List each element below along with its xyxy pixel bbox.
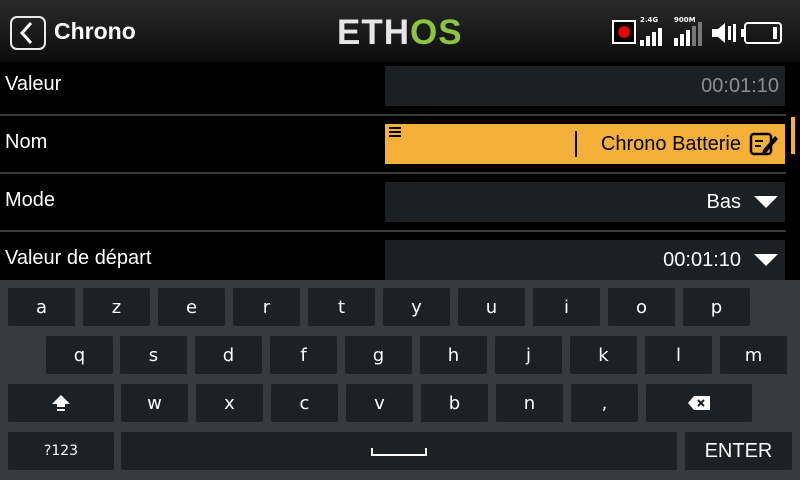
- key-k[interactable]: k: [570, 336, 637, 374]
- divider: [0, 230, 786, 232]
- numbers-key[interactable]: ?123: [8, 432, 114, 470]
- key-q[interactable]: q: [46, 336, 113, 374]
- scrollbar[interactable]: [791, 117, 795, 154]
- backspace-icon: [688, 396, 710, 410]
- key-e[interactable]: e: [158, 288, 225, 326]
- key-r[interactable]: r: [233, 288, 300, 326]
- status-icons: 2.4G 900M: [612, 14, 790, 48]
- key-o[interactable]: o: [608, 288, 675, 326]
- space-icon: [371, 448, 427, 456]
- chevron-left-icon: [19, 21, 33, 45]
- key-w[interactable]: w: [121, 384, 188, 422]
- mode-dropdown[interactable]: Bas: [385, 182, 785, 222]
- key-b[interactable]: b: [421, 384, 488, 422]
- top-bar: Chrono ETHOS 2.4G 900M: [0, 0, 800, 62]
- valeur-depart-label: Valeur de départ: [5, 247, 152, 269]
- on-screen-keyboard: a z e r t y u i o p q s d f g h j k l m …: [0, 280, 800, 480]
- key-h[interactable]: h: [420, 336, 487, 374]
- text-cursor: [575, 131, 577, 157]
- key-m[interactable]: m: [720, 336, 787, 374]
- back-button[interactable]: [10, 16, 46, 50]
- dropdown-arrow-icon: [754, 254, 778, 266]
- key-s[interactable]: s: [120, 336, 187, 374]
- space-key[interactable]: [121, 432, 677, 470]
- battery-icon: [741, 22, 782, 44]
- key-comma[interactable]: ,: [571, 384, 638, 422]
- valeur-field: 00:01:10: [385, 66, 785, 106]
- key-c[interactable]: c: [271, 384, 338, 422]
- key-v[interactable]: v: [346, 384, 413, 422]
- key-d[interactable]: d: [195, 336, 262, 374]
- mode-label: Mode: [5, 189, 56, 211]
- valeur-depart-value: 00:01:10: [663, 249, 741, 271]
- divider: [0, 114, 786, 116]
- valeur-label: Valeur: [5, 73, 62, 95]
- key-x[interactable]: x: [196, 384, 263, 422]
- shift-key[interactable]: [8, 384, 114, 422]
- key-i[interactable]: i: [533, 288, 600, 326]
- nom-value: Chrono Batterie: [600, 133, 741, 155]
- speaker-icon: [712, 23, 736, 43]
- ethos-logo: ETHOS: [337, 13, 463, 52]
- nom-label: Nom: [5, 131, 48, 153]
- divider: [0, 172, 786, 174]
- backspace-key[interactable]: [646, 384, 752, 422]
- enter-key[interactable]: ENTER: [685, 432, 792, 470]
- key-t[interactable]: t: [308, 288, 375, 326]
- menu-icon: [389, 127, 401, 139]
- key-l[interactable]: l: [645, 336, 712, 374]
- key-f[interactable]: f: [270, 336, 337, 374]
- mode-value: Bas: [706, 191, 741, 213]
- edit-icon[interactable]: [749, 130, 779, 158]
- signal-24-icon: 2.4G: [640, 14, 664, 46]
- key-j[interactable]: j: [495, 336, 562, 374]
- page-title: Chrono: [54, 18, 136, 44]
- record-icon: [612, 20, 636, 44]
- key-z[interactable]: z: [83, 288, 150, 326]
- dropdown-arrow-icon: [754, 196, 778, 208]
- key-a[interactable]: a: [8, 288, 75, 326]
- valeur-depart-dropdown[interactable]: 00:01:10: [385, 240, 785, 280]
- key-u[interactable]: u: [458, 288, 525, 326]
- signal-900-icon: 900M: [674, 14, 704, 46]
- valeur-value: 00:01:10: [701, 75, 779, 97]
- key-y[interactable]: y: [383, 288, 450, 326]
- shift-icon: [52, 395, 70, 411]
- key-g[interactable]: g: [345, 336, 412, 374]
- key-n[interactable]: n: [496, 384, 563, 422]
- nom-input[interactable]: Chrono Batterie: [385, 124, 785, 164]
- key-p[interactable]: p: [683, 288, 750, 326]
